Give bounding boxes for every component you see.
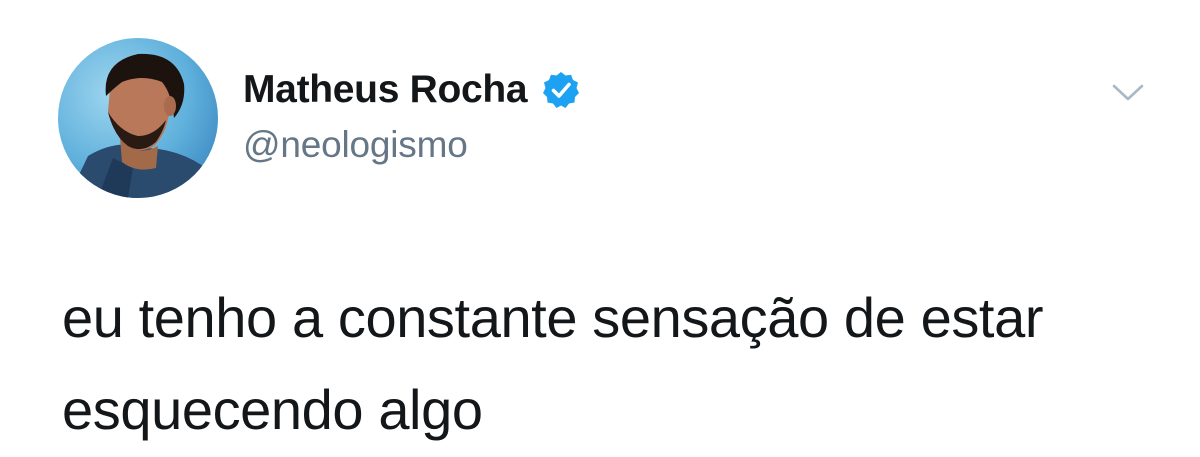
display-name[interactable]: Matheus Rocha (243, 68, 528, 112)
verified-badge-icon (541, 70, 581, 110)
tweet-text: eu tenho a constante sensação de estar e… (62, 286, 1044, 441)
avatar-image (58, 38, 218, 198)
tweet-card: Matheus Rocha @neologismo eu tenho a con… (0, 0, 1200, 457)
chevron-down-icon[interactable] (1108, 78, 1148, 108)
user-handle[interactable]: @neologismo (243, 124, 468, 166)
author-name-row: Matheus Rocha (243, 66, 581, 114)
avatar[interactable] (58, 38, 218, 198)
